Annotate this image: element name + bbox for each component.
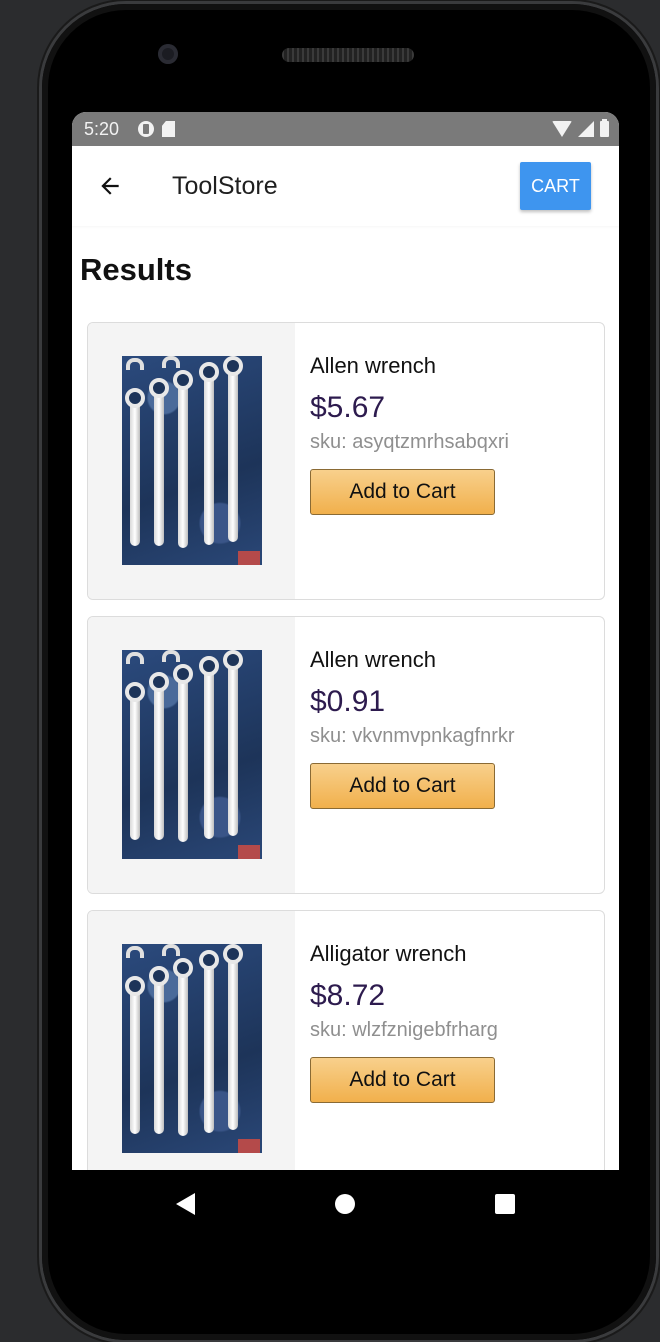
add-to-cart-button[interactable]: Add to Cart [310,469,495,515]
product-image-container [88,323,295,599]
product-name: Allen wrench [310,353,436,378]
app-screen: 5:20 ToolStore CART Results Allen wrench… [72,112,619,1170]
product-sku: sku: wlzfznigebfrharg [310,1019,498,1041]
product-card: Allen wrench $0.91 sku: vkvnmvpnkagfnrkr… [87,616,605,894]
back-button[interactable] [80,156,140,216]
add-to-cart-button[interactable]: Add to Cart [310,763,495,809]
product-info: Allen wrench $0.91 sku: vkvnmvpnkagfnrkr… [295,617,604,893]
product-list[interactable]: Allen wrench $5.67 sku: asyqtzmrhsabqxri… [72,322,619,1170]
status-system-icons [552,119,609,137]
app-title: ToolStore [172,171,278,200]
status-notification-icons [138,121,175,137]
product-price: $5.67 [310,391,386,424]
product-sku: sku: vkvnmvpnkagfnrkr [310,725,515,747]
product-card: Alligator wrench $8.72 sku: wlzfznigebfr… [87,910,605,1170]
arrow-left-icon [101,177,119,195]
cart-button[interactable]: CART [520,162,591,210]
results-heading: Results [80,252,192,287]
product-image-container [88,911,295,1170]
product-price: $8.72 [310,979,386,1012]
wifi-icon [552,121,572,137]
front-camera [158,44,178,64]
wrench-set-image[interactable] [121,356,262,565]
status-bar: 5:20 [72,112,619,146]
signal-icon [578,121,594,137]
product-price: $0.91 [310,685,386,718]
product-info: Allen wrench $5.67 sku: asyqtzmrhsabqxri… [295,323,604,599]
product-info: Alligator wrench $8.72 sku: wlzfznigebfr… [295,911,604,1170]
product-sku: sku: asyqtzmrhsabqxri [310,431,509,453]
product-name: Allen wrench [310,647,436,672]
product-name: Alligator wrench [310,941,467,966]
product-image-container [88,617,295,893]
status-time: 5:20 [84,118,120,139]
product-card: Allen wrench $5.67 sku: asyqtzmrhsabqxri… [87,322,605,600]
nav-home-icon[interactable] [335,1194,355,1214]
battery-icon [600,119,609,137]
app-bar: ToolStore CART [72,146,619,226]
data-saver-icon [138,121,154,137]
nav-recents-icon[interactable] [495,1194,515,1214]
earpiece-speaker [282,48,414,62]
wrench-set-image[interactable] [121,650,262,859]
system-nav-bar [72,1170,619,1238]
sd-card-icon [162,121,175,137]
wrench-set-image[interactable] [121,944,262,1153]
add-to-cart-button[interactable]: Add to Cart [310,1057,495,1103]
nav-back-icon[interactable] [176,1193,195,1215]
